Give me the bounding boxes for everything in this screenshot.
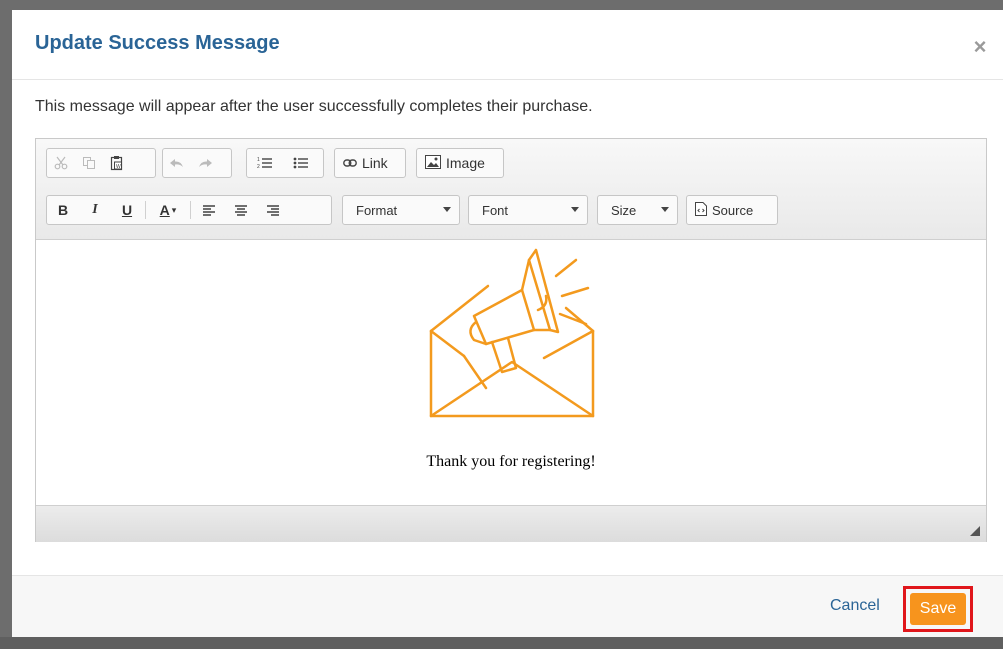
dialog-title: Update Success Message [35, 32, 280, 54]
svg-text:2: 2 [257, 164, 260, 170]
undo-icon[interactable] [163, 149, 191, 177]
history-group [162, 148, 232, 178]
format-dropdown[interactable]: Format [342, 195, 460, 225]
bold-button[interactable]: B [47, 196, 79, 224]
chevron-down-icon [661, 207, 669, 212]
source-icon [695, 201, 707, 219]
align-left-icon[interactable] [193, 196, 225, 224]
format-label: Format [356, 203, 398, 218]
source-button[interactable]: Source [686, 195, 778, 225]
underline-button[interactable]: U [111, 196, 143, 224]
numbered-list-icon[interactable]: 12 [247, 149, 283, 177]
link-button-inner: Link [335, 149, 388, 177]
editor-toolbar: W 12 Link Image B I U A ▾ Format Font Si… [36, 139, 986, 240]
cut-icon[interactable] [47, 149, 75, 177]
redo-icon[interactable] [191, 149, 219, 177]
text-color-button[interactable]: A ▾ [148, 196, 188, 224]
paste-icon[interactable]: W [103, 149, 131, 177]
envelope-megaphone-icon [429, 248, 595, 418]
source-button-inner: Source [687, 196, 753, 224]
size-dropdown[interactable]: Size [597, 195, 678, 225]
cancel-button[interactable]: Cancel [830, 597, 880, 615]
font-dropdown[interactable]: Font [468, 195, 588, 225]
align-center-icon[interactable] [225, 196, 257, 224]
dialog-footer: Cancel Save [12, 575, 1003, 637]
link-icon [343, 155, 357, 171]
dialog-header: Update Success Message × [12, 10, 1003, 80]
clipboard-group: W [46, 148, 156, 178]
text-color-label: A [159, 202, 170, 218]
toolbar-separator [145, 201, 146, 219]
dialog-description: This message will appear after the user … [35, 98, 593, 115]
save-button[interactable]: Save [910, 593, 966, 625]
svg-text:W: W [116, 164, 121, 170]
copy-icon[interactable] [75, 149, 103, 177]
close-icon[interactable]: × [969, 36, 991, 58]
image-icon [425, 154, 441, 172]
image-button-inner: Image [417, 149, 485, 177]
chevron-down-icon [443, 207, 451, 212]
italic-button[interactable]: I [79, 196, 111, 224]
editor-status-bar [36, 505, 986, 542]
link-button[interactable]: Link [334, 148, 406, 178]
font-label: Font [482, 203, 509, 218]
toolbar-separator [190, 201, 191, 219]
success-message-text: Thank you for registering! [426, 453, 596, 470]
image-label: Image [446, 155, 485, 171]
size-label: Size [611, 203, 637, 218]
basic-styles-group: B I U A ▾ [46, 195, 332, 225]
align-right-icon[interactable] [257, 196, 289, 224]
bulleted-list-icon[interactable] [283, 149, 319, 177]
list-group: 12 [246, 148, 324, 178]
resize-handle-icon[interactable] [970, 526, 980, 536]
chevron-down-icon: ▾ [171, 204, 177, 215]
source-label: Source [712, 202, 754, 218]
chevron-down-icon [571, 207, 579, 212]
image-button[interactable]: Image [416, 148, 504, 178]
svg-text:1: 1 [257, 157, 260, 163]
page-backdrop [0, 637, 1003, 649]
link-label: Link [362, 155, 388, 171]
editor-content-area[interactable]: Thank you for registering! [36, 240, 986, 505]
rich-text-editor: W 12 Link Image B I U A ▾ Format Font Si… [35, 138, 987, 542]
update-success-message-dialog: Update Success Message × This message wi… [12, 10, 1003, 637]
